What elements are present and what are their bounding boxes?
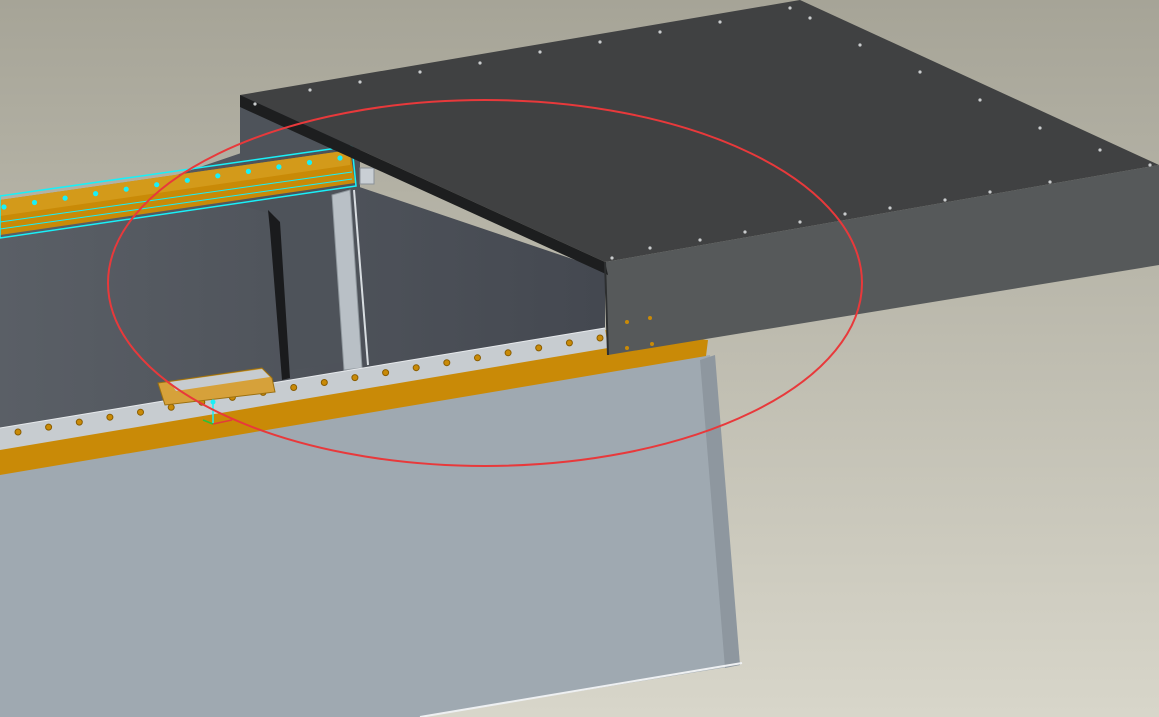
fastener-dot	[978, 98, 982, 102]
rail-hole	[535, 344, 543, 352]
fastener-dot	[478, 61, 482, 65]
rail-hole	[215, 173, 221, 179]
fastener-dot	[918, 70, 922, 74]
fastener-dot	[798, 220, 802, 224]
fastener-dot	[308, 88, 312, 92]
rail-hole	[14, 428, 22, 436]
rail-hole	[474, 354, 481, 362]
rail-hole	[443, 359, 451, 367]
rail-hole	[137, 408, 144, 416]
fastener-dot	[788, 6, 792, 10]
rail-hole	[184, 177, 190, 183]
fastener-dot	[598, 40, 602, 44]
fastener-dot	[1148, 163, 1152, 167]
cad-3d-viewport[interactable]	[0, 0, 1159, 717]
rail-hole	[123, 186, 129, 192]
fastener-dot	[253, 102, 257, 106]
rail-hole	[306, 159, 313, 166]
rail-hole	[93, 191, 99, 197]
fastener-dot	[658, 30, 662, 34]
rail-hole	[382, 369, 390, 377]
rail-hole	[167, 403, 175, 411]
rail-hole	[276, 164, 282, 170]
model-canvas[interactable]	[0, 0, 1159, 717]
fastener-dot	[610, 256, 614, 260]
fastener-dot	[358, 80, 362, 84]
fastener-dot	[808, 16, 812, 20]
rail-hole	[106, 413, 114, 421]
rail-hole	[75, 418, 83, 426]
rail-hole	[565, 339, 573, 347]
fastener-dot	[1038, 126, 1042, 130]
fastener-dot	[943, 198, 947, 202]
edge-screw	[648, 316, 652, 320]
rail-hole	[596, 334, 604, 342]
rail-end-bracket	[359, 167, 375, 185]
fastener-dot	[988, 190, 992, 194]
fastener-dot	[743, 230, 747, 234]
fastener-dot	[888, 206, 892, 210]
fastener-dot	[418, 70, 422, 74]
rail-hole	[154, 182, 160, 188]
rail-hole	[320, 379, 328, 386]
rail-hole	[31, 199, 38, 206]
rail-hole	[351, 374, 359, 382]
fastener-dot	[843, 212, 847, 216]
fastener-dot	[858, 43, 862, 47]
fastener-dot	[538, 50, 542, 54]
edge-screw	[650, 342, 654, 346]
edge-screw	[625, 320, 629, 324]
fastener-dot	[648, 246, 652, 250]
edge-screw	[625, 346, 629, 350]
fastener-dot	[1098, 148, 1102, 152]
rail-hole	[62, 195, 68, 201]
fastener-dot	[1048, 180, 1052, 184]
rail-hole	[412, 364, 420, 372]
fastener-dot	[698, 238, 702, 242]
rail-hole	[337, 155, 343, 161]
rail-hole	[1, 204, 7, 210]
rail-hole	[245, 168, 251, 174]
rail-hole	[504, 349, 512, 357]
fastener-dot	[718, 20, 722, 24]
rail-hole	[45, 423, 53, 431]
rail-hole	[290, 384, 298, 391]
